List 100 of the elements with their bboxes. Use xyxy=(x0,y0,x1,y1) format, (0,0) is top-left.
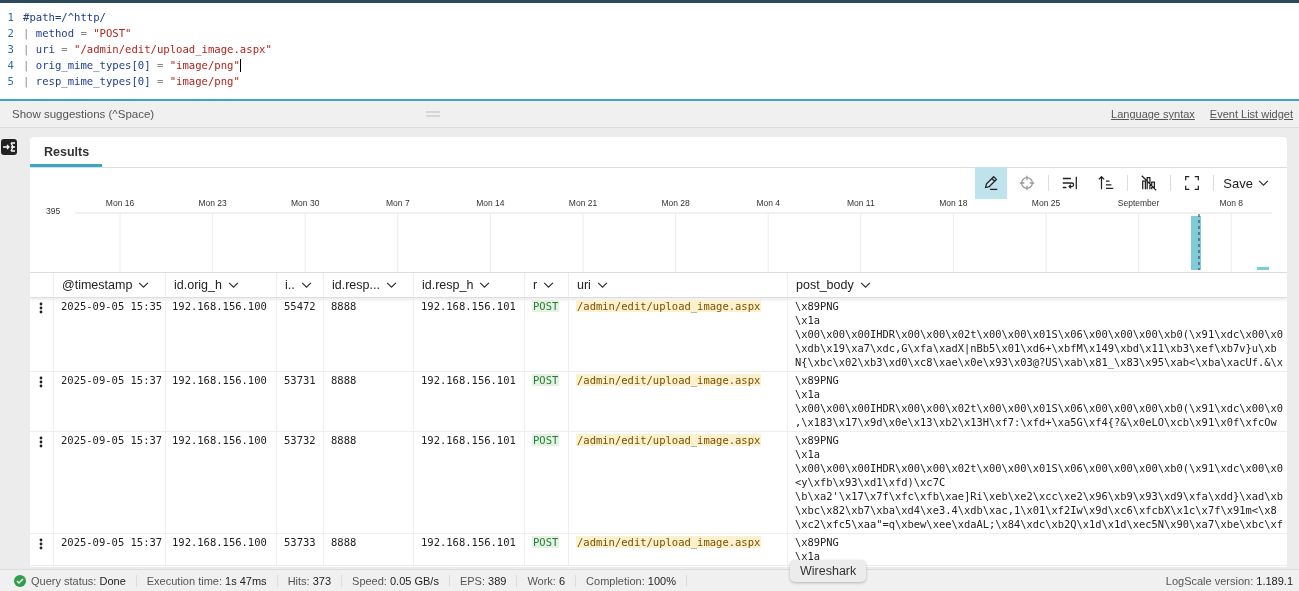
axis-label: Mon 23 xyxy=(198,198,227,208)
body-line: \b\xa2'\x17\x7f\xfc\xfb\xae]Ri\xeb\xe2\xcc\xe2\x96\xb9\x93\xd9\xfa\xdd}\xad\xb xyxy=(795,489,1284,503)
line-number: 5 xyxy=(6,75,14,87)
method-tag: POST xyxy=(532,374,560,386)
column-header[interactable]: r xyxy=(524,273,568,297)
body-line: \x89PNG xyxy=(795,373,840,387)
fullscreen-icon xyxy=(1183,174,1202,192)
column-header[interactable]: @timestamp xyxy=(53,273,165,297)
table-cell: 192.168.156.100 xyxy=(165,298,276,371)
axis-label: Mon 21 xyxy=(568,198,598,208)
chevron-down-icon xyxy=(479,281,491,289)
table-cell: 55472 xyxy=(276,298,323,371)
table-cell: 192.168.156.100 xyxy=(165,372,276,431)
axis-label: Mon 18 xyxy=(939,198,968,208)
save-button[interactable]: Save xyxy=(1217,175,1275,191)
column-header[interactable]: id.resp_h xyxy=(413,273,524,297)
uri-text: /admin/edit/upload_image.aspx xyxy=(576,374,762,386)
crosshair-icon xyxy=(1018,174,1037,192)
body-line: \x89PNG xyxy=(795,535,840,549)
code-line: | uri = "/admin/edit/upload_image.aspx" xyxy=(23,43,272,55)
drag-handle-icon[interactable] xyxy=(424,110,441,118)
axis-label: Mon 28 xyxy=(661,198,690,208)
code-line: #path=/^http/ xyxy=(23,11,106,23)
method-tag: POST xyxy=(532,300,560,312)
body-line: \x1a xyxy=(795,387,822,401)
body-line: \x1a xyxy=(795,549,822,563)
more-icon[interactable] xyxy=(39,376,43,388)
table-cell: 2025-09-05 15:35 xyxy=(53,298,165,371)
table-cell: 53733 xyxy=(276,534,323,565)
method-tag: POST xyxy=(532,434,560,446)
chevron-down-icon xyxy=(859,281,871,289)
body-line: \xdb\x19\xa7\xdc,G\xfa\xadX|nBb5\x01\xd6+\xbfM\x149\xbd\x11\xb3\xef\xb7v}u\xb xyxy=(795,341,1278,355)
table-cell: 192.168.156.101 xyxy=(413,534,524,565)
status-item: Execution time: 1s 47ms xyxy=(146,574,278,587)
table-cell: 192.168.156.100 xyxy=(165,534,276,565)
chart-off-icon xyxy=(1140,174,1159,192)
uri-text: /admin/edit/upload_image.aspx xyxy=(576,300,762,312)
column-header[interactable]: post_body xyxy=(787,273,1287,297)
column-header[interactable]: uri xyxy=(568,273,787,297)
body-line: \x1a xyxy=(795,447,822,461)
axis-label: Mon 8 xyxy=(1219,198,1243,208)
axis-label: Mon 11 xyxy=(846,198,875,208)
table-cell: 2025-09-05 15:37 xyxy=(53,372,165,431)
code-line: | resp_mime_types[0] = "image/png" xyxy=(23,75,240,87)
column-header[interactable]: id.resp... xyxy=(323,273,413,297)
body-line: ,\x183\x17\x9d\x0e\x13\xb2\x13H\xf7:\xfd+\xa5G\xf4{?&\x0eLO\xcb\x91\x0f\xfcOw xyxy=(795,415,1278,429)
chevron-down-icon xyxy=(596,281,608,289)
panel-toggle-icon[interactable] xyxy=(0,138,18,156)
table-cell: 8888 xyxy=(323,298,413,371)
body-line: \xbc\x82\xb7\xba\xd4\xe3.4\xdb\xac,1\x01\xf2Iw\x9d\xc6\xfcbX\x1c\x7f\x91m<\x8 xyxy=(795,503,1278,517)
column-header[interactable]: id.orig_h xyxy=(165,273,276,297)
table-cell: 192.168.156.101 xyxy=(413,298,524,371)
table-cell: 53732 xyxy=(276,432,323,533)
chevron-down-icon xyxy=(385,281,397,289)
line-number: 2 xyxy=(6,27,14,39)
column-header[interactable]: i.. xyxy=(276,273,323,297)
table-cell: 53731 xyxy=(276,372,323,431)
chevron-down-icon xyxy=(138,281,150,289)
table-cell: 2025-09-05 15:37 xyxy=(53,432,165,533)
body-line: \x00\x00\x00IHDR\x00\x00\x02t\x00\x00\x01S\x06\x00\x00\x00\xb0(\x91\xdc\x00\x0 xyxy=(795,327,1284,341)
more-icon[interactable] xyxy=(39,302,43,314)
body-line: <y\xfb\x93\xd1\xfd)\xc7C xyxy=(795,475,947,489)
table-cell: 192.168.156.100 xyxy=(165,432,276,533)
status-item: Hits: 373 xyxy=(287,574,343,587)
table-cell: 192.168.156.101 xyxy=(413,372,524,431)
chevron-down-icon xyxy=(227,281,239,289)
chevron-down-icon xyxy=(1258,179,1269,187)
query-editor[interactable]: 1 #path=/^http/ 2 | method = "POST" 3 | uri = "/admin/edit/upload_image.aspx" 4 | orig_mime_types[0] = "image/png" 5 | resp_mime_types[0] = "image/png" xyxy=(0,0,1299,101)
more-icon[interactable] xyxy=(39,436,43,448)
axis-label: Mon 4 xyxy=(756,198,780,208)
status-item: EPS: 389 xyxy=(459,574,518,587)
status-item: Query status: Done xyxy=(31,574,137,587)
chevron-down-icon xyxy=(543,281,555,289)
body-line: \x89PNG xyxy=(795,299,840,313)
body-line: \x1a xyxy=(795,313,822,327)
axis-label: Mon 7 xyxy=(386,198,410,208)
code-line: | orig_mime_types[0] = "image/png" xyxy=(23,59,240,71)
link[interactable]: Event List widget xyxy=(1209,108,1293,120)
more-icon[interactable] xyxy=(39,538,43,550)
table-cell: 192.168.156.101 xyxy=(413,432,524,533)
line-number: 4 xyxy=(6,59,14,71)
axis-label: 395 xyxy=(46,206,61,216)
uri-text: /admin/edit/upload_image.aspx xyxy=(576,536,762,548)
pencil-button[interactable] xyxy=(975,167,1008,199)
axis-label: Mon 14 xyxy=(476,198,505,208)
link[interactable]: Language syntax xyxy=(1111,108,1195,120)
wrap-text-icon xyxy=(1061,174,1080,192)
table-cell: 8888 xyxy=(323,534,413,565)
chevron-down-icon xyxy=(300,281,312,289)
tooltip: Wireshark xyxy=(790,560,867,582)
body-line: \x00\x00\x00IHDR\x00\x00\x02t\x00\x00\x01S\x06\x00\x00\x00\xb0(\x91\xdc\x00\x0 xyxy=(795,401,1284,415)
table-cell: 8888 xyxy=(323,432,413,533)
axis-label: September xyxy=(1117,198,1160,208)
sort-icon xyxy=(1097,174,1116,192)
suggestions-hint[interactable]: Show suggestions (^Space) xyxy=(12,108,425,120)
status-item: Speed: 0.05 GB/s xyxy=(352,574,450,587)
line-number: 1 xyxy=(6,11,14,23)
table-cell: 2025-09-05 15:37 xyxy=(53,534,165,565)
axis-label: Mon 16 xyxy=(105,198,135,208)
tab[interactable]: Results xyxy=(30,137,102,167)
